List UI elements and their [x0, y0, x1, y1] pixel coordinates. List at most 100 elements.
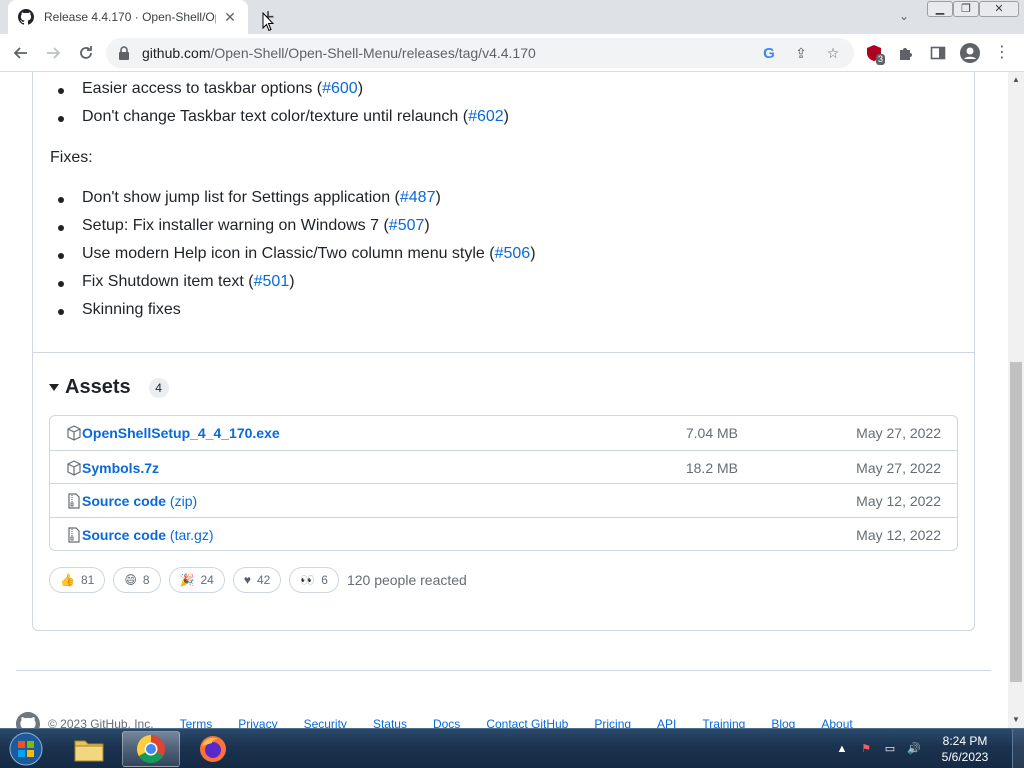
footer-link[interactable]: About [821, 717, 852, 728]
extension-badge: 3 [876, 54, 886, 65]
footer-link[interactable]: Blog [771, 717, 795, 728]
footer-link[interactable]: Terms [180, 717, 213, 728]
scrollbar-thumb[interactable] [1010, 362, 1022, 682]
issue-link[interactable]: #602 [468, 108, 504, 125]
smile-icon: 😄 [124, 573, 137, 587]
eyes-icon: 👀 [300, 573, 316, 587]
start-button[interactable] [6, 730, 46, 768]
taskbar-explorer[interactable] [60, 731, 118, 767]
issue-link[interactable]: #501 [254, 273, 290, 290]
profile-avatar-icon [960, 43, 980, 63]
url-text[interactable]: github.com/Open-Shell/Open-Shell-Menu/re… [142, 45, 536, 61]
scroll-down-arrow-icon[interactable]: ▼ [1008, 712, 1024, 728]
asset-date: May 12, 2022 [856, 526, 941, 543]
footer-link[interactable]: Docs [433, 717, 460, 728]
folder-icon [74, 740, 104, 762]
forward-button[interactable] [41, 41, 65, 65]
reaction-button[interactable]: 😄 8 [113, 567, 161, 593]
asset-row: Source code (zip) May 12, 2022 [50, 483, 957, 517]
asset-name: Source code [82, 526, 167, 543]
assets-toggle[interactable]: Assets 4 [49, 376, 169, 399]
profile-button[interactable] [958, 41, 982, 65]
asset-size: 7.04 MB [685, 425, 738, 441]
tab-search-chevron-icon[interactable]: ⌄ [896, 9, 912, 25]
share-icon[interactable]: ⇪ [792, 44, 810, 62]
package-icon [66, 425, 82, 441]
footer-link[interactable]: Privacy [238, 717, 277, 728]
system-tray: ▲ ⚑ ▭ 🔊 8:24 PM 5/6/2023 [834, 729, 1024, 768]
reaction-count: 8 [142, 573, 150, 587]
reload-button[interactable] [74, 41, 98, 65]
github-logo-icon[interactable] [16, 712, 40, 728]
show-desktop-button[interactable] [1012, 729, 1024, 768]
page-scrollbar[interactable]: ▲ ▼ [1008, 72, 1024, 728]
assets-table: OpenShellSetup_4_4_170.exe 7.04 MB May 27,… [49, 415, 958, 551]
asset-row: OpenShellSetup_4_4_170.exe 7.04 MB May 27,… [50, 416, 957, 450]
extensions-button[interactable] [894, 41, 918, 65]
network-icon[interactable]: ▭ [882, 741, 898, 757]
asset-date: May 27, 2022 [856, 459, 941, 476]
reaction-button[interactable]: 🎉 24 [168, 567, 225, 593]
bookmark-star-icon[interactable]: ☆ [824, 44, 842, 62]
google-icon[interactable]: G [760, 44, 778, 62]
restore-button[interactable]: ❐ [953, 1, 979, 17]
reaction-count: 81 [80, 573, 95, 587]
arrow-right-icon [47, 47, 61, 59]
fixes-heading: Fixes: [50, 149, 93, 166]
tab-close-icon[interactable]: ✕ [222, 9, 238, 25]
taskbar-firefox[interactable] [184, 731, 242, 767]
list-item: Skinning fixes [58, 301, 181, 319]
back-button[interactable] [9, 41, 33, 65]
volume-icon[interactable]: 🔊 [906, 741, 922, 757]
page-viewport: Added options for aligning the start men… [0, 72, 1008, 728]
browser-tab[interactable]: Release 4.4.170 · Open-Shell/Ope ✕ [8, 0, 248, 34]
reaction-button[interactable]: 👀 6 [289, 567, 339, 593]
reaction-button[interactable]: 👍 81 [49, 567, 106, 593]
list-item-text: Fix Shutdown item text ( [82, 273, 254, 290]
scroll-up-arrow-icon[interactable]: ▲ [1008, 72, 1024, 88]
reaction-list: 👍 81 😄 8 🎉 24 ♥ 42 👀 6 [49, 567, 347, 593]
list-item-text: Skinning fixes [82, 301, 181, 318]
asset-format: (tar.gz) [169, 526, 214, 543]
issue-link[interactable]: #487 [400, 189, 436, 206]
list-item: Setup: Fix installer warning on Windows … [58, 217, 430, 235]
footer-link[interactable]: Contact GitHub [486, 717, 568, 728]
asset-link[interactable]: Source code (zip) [82, 493, 197, 509]
side-panel-button[interactable] [926, 41, 950, 65]
url-host: github.com [142, 45, 211, 61]
footer-link[interactable]: Training [702, 717, 745, 728]
reload-icon [80, 46, 92, 59]
issue-link[interactable]: #600 [322, 80, 358, 97]
thumbs-up-icon: 👍 [60, 573, 75, 587]
tray-expand-icon[interactable]: ▲ [834, 741, 850, 757]
footer-link[interactable]: Pricing [594, 717, 631, 728]
taskbar-clock[interactable]: 8:24 PM 5/6/2023 [930, 733, 1000, 765]
footer-link[interactable]: Security [304, 717, 347, 728]
taskbar-chrome[interactable] [122, 731, 180, 767]
asset-link[interactable]: Symbols.7z [82, 460, 159, 476]
action-center-flag-icon[interactable]: ⚑ [858, 741, 874, 757]
minimize-button[interactable]: ▁ [927, 1, 953, 17]
reaction-button[interactable]: ♥ 42 [232, 567, 282, 593]
extension-shield-button[interactable]: 3 [862, 41, 886, 65]
asset-link[interactable]: Source code (tar.gz) [82, 527, 214, 543]
list-item-text: Use modern Help icon in Classic/Two colu… [82, 245, 495, 262]
menu-button[interactable]: ⋮ [990, 41, 1014, 65]
reaction-count: 6 [321, 573, 328, 587]
footer-link[interactable]: Status [373, 717, 407, 728]
close-window-button[interactable]: ✕ [979, 1, 1019, 17]
asset-name: Symbols.7z [82, 459, 160, 476]
footer-link[interactable]: API [657, 717, 676, 728]
asset-date: May 12, 2022 [856, 493, 941, 509]
issue-link[interactable]: #506 [495, 245, 531, 262]
list-item-text: Setup: Fix installer warning on Windows … [82, 217, 389, 234]
list-item-text: Easier access to taskbar options ( [82, 80, 323, 97]
address-bar[interactable]: github.com/Open-Shell/Open-Shell-Menu/re… [106, 38, 854, 68]
asset-name: Source code [82, 493, 167, 509]
package-icon [66, 459, 82, 476]
list-item: Don't show jump list for Settings applic… [58, 189, 441, 207]
file-zip-icon [66, 526, 82, 543]
windows-start-orb-icon [9, 732, 43, 766]
issue-link[interactable]: #507 [389, 217, 425, 234]
asset-link[interactable]: OpenShellSetup_4_4_170.exe [82, 425, 280, 441]
